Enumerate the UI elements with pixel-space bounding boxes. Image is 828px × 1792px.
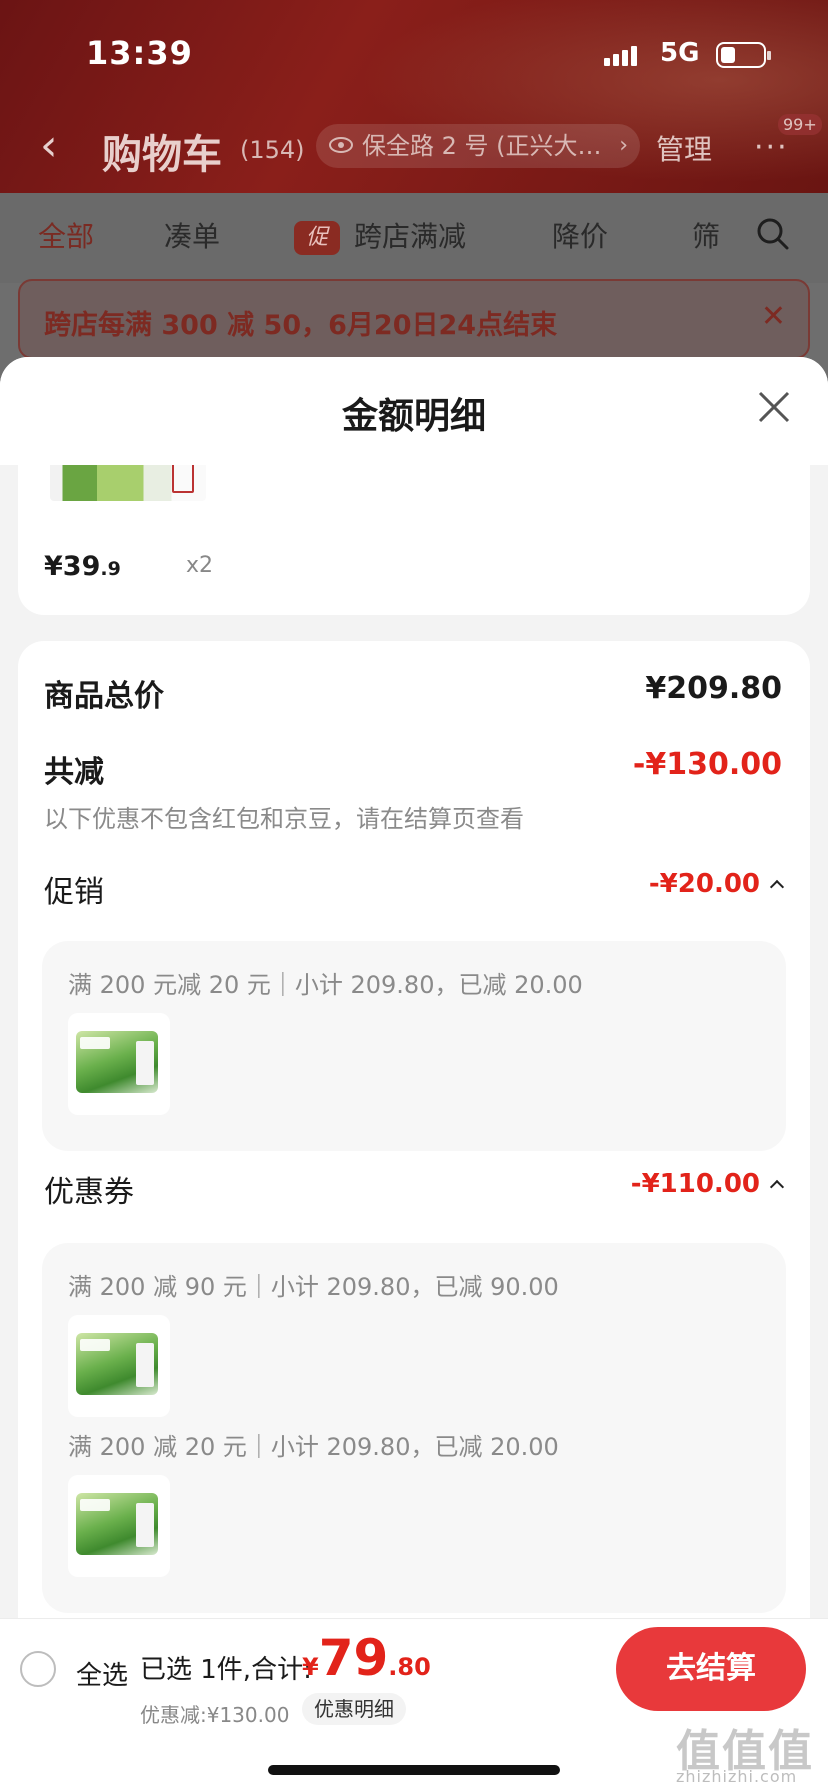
chevron-up-icon xyxy=(769,1179,785,1194)
promo-notice-text: 跨店每满 300 减 50，6月20日24点结束 xyxy=(44,310,558,341)
home-indicator xyxy=(268,1765,560,1775)
promo-label: 促销 xyxy=(44,875,104,910)
cart-count: (154) xyxy=(240,136,305,164)
amount-detail-sheet: 金额明细 ¥39.9 x2 商品总价 ¥209.80 共减 -¥130.00 以… xyxy=(0,357,828,1792)
chevron-right-icon: › xyxy=(619,133,628,158)
promo-rule-line: 满 200 元减 20 元｜小计 209.80，已减 20.00 xyxy=(68,971,583,999)
promo-toggle[interactable]: -¥20.00 xyxy=(648,869,785,899)
network-type: 5G xyxy=(660,38,700,68)
status-time: 13:39 xyxy=(86,34,193,72)
discount-detail-button[interactable]: 优惠明细 xyxy=(302,1693,406,1725)
checkout-bar: 全选 已选 1件,合计: ¥79.80 优惠减:¥130.00 优惠明细 去结算… xyxy=(0,1618,828,1792)
battery-icon xyxy=(716,42,771,68)
total-amount: ¥79.80 xyxy=(302,1629,431,1687)
select-all-checkbox[interactable] xyxy=(20,1651,56,1687)
address-selector[interactable]: 保全路 2 号 (正兴大… › xyxy=(316,124,640,168)
status-bar: 13:39 5G xyxy=(0,0,828,100)
checkout-button[interactable]: 去结算 xyxy=(616,1627,806,1711)
back-icon[interactable]: ‹ xyxy=(40,124,58,168)
discount-summary: 优惠减:¥130.00 xyxy=(140,1703,290,1727)
header: 13:39 5G ‹ 购物车 (154) 保全路 2 号 (正兴大… › 管理 … xyxy=(0,0,828,193)
message-badge: 99+ xyxy=(778,114,822,135)
close-icon[interactable] xyxy=(754,387,794,427)
tab-price-drop[interactable]: 降价 xyxy=(552,215,608,255)
coupon-detail-box: 满 200 减 90 元｜小计 209.80，已减 90.00 满 200 减 … xyxy=(42,1243,786,1613)
tab-combine[interactable]: 凑单 xyxy=(164,215,220,255)
sheet-title: 金额明细 xyxy=(341,396,486,437)
promo-detail-box: 满 200 元减 20 元｜小计 209.80，已减 20.00 xyxy=(42,941,786,1151)
selected-info: 已选 1件,合计: xyxy=(140,1655,312,1685)
navbar: ‹ 购物车 (154) 保全路 2 号 (正兴大… › 管理 ··· 99+ xyxy=(0,112,828,182)
close-icon[interactable]: ✕ xyxy=(761,299,786,334)
promo-tag: 促 xyxy=(294,221,340,255)
promo-value: -¥20.00 xyxy=(648,869,760,899)
tab-cross-store-label: 跨店满减 xyxy=(354,220,467,253)
more-icon[interactable]: ··· xyxy=(754,130,789,165)
watermark-site: zhizhizhi.com xyxy=(676,1767,798,1786)
product-thumbnail xyxy=(68,1013,170,1115)
chevron-up-icon xyxy=(769,879,785,894)
discount-note: 以下优惠不包含红包和京豆，请在结算页查看 xyxy=(44,805,524,833)
tab-filter[interactable]: 筛 xyxy=(692,215,720,255)
discount-value: -¥130.00 xyxy=(632,747,782,782)
product-thumbnail xyxy=(68,1475,170,1577)
address-text: 保全路 2 号 (正兴大… xyxy=(362,132,602,160)
price-summary-card: 商品总价 ¥209.80 共减 -¥130.00 以下优惠不包含红包和京豆，请在… xyxy=(18,641,810,1641)
product-card: ¥39.9 x2 xyxy=(18,465,810,615)
total-value: ¥209.80 xyxy=(645,671,782,706)
coupon-rule-line: 满 200 减 20 元｜小计 209.80，已减 20.00 xyxy=(68,1433,559,1461)
coupon-label: 优惠券 xyxy=(44,1175,134,1210)
tab-cross-store[interactable]: 促跨店满减 xyxy=(294,215,466,255)
signal-icon xyxy=(604,44,644,66)
manage-button[interactable]: 管理 xyxy=(656,128,712,168)
filter-tabs: 全部 凑单 促跨店满减 降价 筛 xyxy=(0,193,828,283)
product-thumbnail xyxy=(68,1315,170,1417)
search-icon[interactable] xyxy=(756,217,790,251)
coupon-value: -¥110.00 xyxy=(630,1169,760,1199)
total-label: 商品总价 xyxy=(44,679,164,714)
product-price: ¥39.9 xyxy=(44,551,121,582)
promo-notice: 跨店每满 300 减 50，6月20日24点结束 ✕ xyxy=(18,279,810,359)
product-quantity: x2 xyxy=(186,553,214,578)
coupon-toggle[interactable]: -¥110.00 xyxy=(630,1169,785,1199)
tab-all[interactable]: 全部 xyxy=(38,215,94,255)
coupon-rule-line: 满 200 减 90 元｜小计 209.80，已减 90.00 xyxy=(68,1273,559,1301)
sheet-header: 金额明细 xyxy=(0,357,828,465)
eye-icon xyxy=(329,137,353,153)
page-title: 购物车 xyxy=(102,132,222,178)
discount-label: 共减 xyxy=(44,755,104,790)
product-image xyxy=(50,465,206,501)
select-all-label[interactable]: 全选 xyxy=(76,1655,128,1692)
